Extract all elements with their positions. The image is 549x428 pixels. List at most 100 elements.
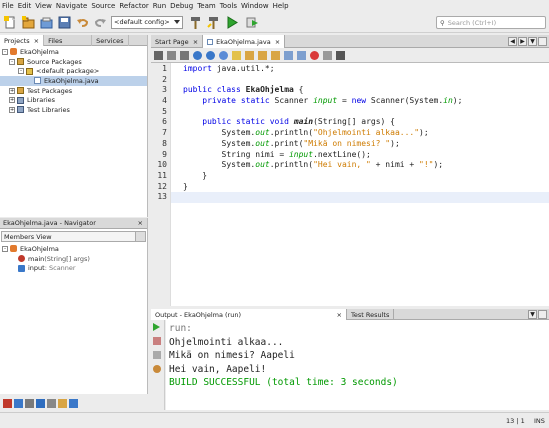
maximize-icon[interactable]	[538, 309, 547, 319]
code-text: );	[433, 160, 444, 170]
code-text: + nimi +	[370, 160, 420, 170]
code-editor[interactable]: import java.util.*; public class EkaOhje…	[171, 63, 549, 306]
expand-icon[interactable]: +	[9, 97, 15, 104]
tab-services[interactable]: Services	[92, 35, 129, 46]
tab-test-results[interactable]: Test Results	[347, 309, 395, 320]
tab-start-page[interactable]: Start Page ×	[151, 35, 204, 48]
sort-icon[interactable]	[69, 398, 78, 408]
menu-file[interactable]: File	[2, 2, 14, 10]
projects-tabs: Projects × Files Services	[0, 35, 147, 46]
shift-right-icon[interactable]	[297, 51, 306, 60]
filter-icon[interactable]	[3, 398, 12, 408]
filter-icon[interactable]	[36, 398, 45, 408]
find-previous-icon[interactable]	[193, 51, 202, 60]
menu-navigate[interactable]: Navigate	[56, 2, 87, 10]
menu-window[interactable]: Window	[241, 2, 269, 10]
tab-list-icon[interactable]: ▼	[528, 36, 537, 46]
search-input[interactable]: ⚲ Search (Ctrl+I)	[436, 16, 546, 29]
close-icon[interactable]: ×	[34, 37, 39, 45]
undo-button[interactable]	[75, 15, 90, 30]
last-edit-icon[interactable]	[167, 51, 176, 60]
expand-icon[interactable]: +	[9, 106, 15, 113]
sort-icon[interactable]	[58, 398, 67, 408]
previous-bookmark-icon[interactable]	[245, 51, 254, 60]
expand-icon[interactable]: +	[9, 87, 15, 94]
scroll-right-icon[interactable]: ▶	[518, 36, 527, 46]
navigator-member-input[interactable]: input : Scanner	[0, 263, 147, 273]
run-button[interactable]	[224, 15, 239, 30]
menu-help[interactable]: Help	[273, 2, 289, 10]
menu-view[interactable]: View	[35, 2, 52, 10]
members-view-select[interactable]: Members View	[1, 231, 146, 242]
rerun-with-params-icon[interactable]	[153, 351, 161, 359]
open-project-button[interactable]	[39, 15, 54, 30]
tab-output[interactable]: Output - EkaOhjelma (run) ×	[151, 309, 347, 320]
toggle-bookmark-icon[interactable]	[271, 51, 280, 60]
tree-item-source-packages[interactable]: - Source Packages	[0, 57, 147, 67]
configuration-select[interactable]: <default config>	[111, 15, 183, 29]
rerun-icon[interactable]	[153, 323, 160, 331]
tab-projects[interactable]: Projects ×	[0, 35, 45, 46]
collapse-icon[interactable]: -	[9, 58, 15, 65]
info-icon[interactable]	[153, 365, 161, 373]
toggle-highlight-icon[interactable]	[232, 51, 241, 60]
tree-item-java-file[interactable]: EkaOhjelma.java	[0, 76, 147, 86]
back-icon[interactable]	[180, 51, 189, 60]
tree-item-test-packages[interactable]: + Test Packages	[0, 86, 147, 96]
close-icon[interactable]: ×	[275, 38, 280, 46]
scroll-left-icon[interactable]: ◀	[508, 36, 517, 46]
stop-icon[interactable]	[153, 337, 161, 345]
menu-tools[interactable]: Tools	[220, 2, 237, 10]
redo-button[interactable]	[93, 15, 108, 30]
tab-list-icon[interactable]: ▼	[528, 309, 537, 319]
source-view-icon[interactable]	[154, 51, 163, 60]
filter-icon[interactable]	[14, 398, 23, 408]
method-name: main	[293, 117, 314, 127]
tree-item-default-package[interactable]: - <default package>	[0, 66, 147, 76]
tree-item-libraries[interactable]: + Libraries	[0, 95, 147, 105]
menu-source[interactable]: Source	[91, 2, 115, 10]
method-icon	[18, 255, 25, 263]
filter-icon[interactable]	[25, 398, 34, 408]
filter-icon[interactable]	[47, 398, 56, 408]
find-selection-icon[interactable]	[219, 51, 228, 60]
editor-toolbar	[151, 49, 549, 63]
menu-team[interactable]: Team	[197, 2, 216, 10]
tree-item-project[interactable]: - EkaOhjelma	[0, 47, 147, 57]
close-icon[interactable]: ×	[193, 38, 198, 46]
debug-button[interactable]	[242, 15, 262, 30]
chart-icon[interactable]	[336, 51, 345, 60]
next-bookmark-icon[interactable]	[258, 51, 267, 60]
search-icon: ⚲	[440, 18, 445, 27]
keyword: static	[240, 96, 270, 106]
new-project-button[interactable]	[21, 15, 36, 30]
output-console[interactable]: run: Ohjelmointi alkaa... Mikä on nimesi…	[166, 320, 549, 410]
clean-build-button[interactable]	[206, 15, 221, 30]
find-next-icon[interactable]	[206, 51, 215, 60]
tab-java-file[interactable]: EkaOhjelma.java ×	[203, 35, 286, 48]
collapse-icon[interactable]: -	[2, 48, 8, 55]
stop-macro-icon[interactable]	[323, 51, 332, 60]
save-all-button[interactable]	[57, 15, 72, 30]
menu-edit[interactable]: Edit	[18, 2, 32, 10]
menu-refactor[interactable]: Refactor	[119, 2, 148, 10]
menu-debug[interactable]: Debug	[170, 2, 193, 10]
tree-item-test-libraries[interactable]: + Test Libraries	[0, 105, 147, 115]
code-line: System.out.print("Mikä on nimesi? ");	[171, 139, 549, 150]
menu-run[interactable]: Run	[153, 2, 166, 10]
new-file-button[interactable]	[3, 15, 18, 30]
collapse-icon[interactable]: -	[2, 245, 8, 252]
tab-files[interactable]: Files	[44, 35, 93, 46]
navigator-member-main[interactable]: main (String[] args)	[0, 254, 147, 264]
libraries-icon	[17, 106, 24, 114]
collapse-icon[interactable]: -	[18, 68, 24, 75]
navigator-class[interactable]: - EkaOhjelma	[0, 244, 147, 254]
build-button[interactable]	[188, 15, 203, 30]
maximize-icon[interactable]	[538, 36, 547, 46]
tree-item-label: EkaOhjelma.java	[44, 76, 99, 85]
record-macro-icon[interactable]	[310, 51, 319, 60]
close-icon[interactable]: ×	[337, 311, 342, 319]
shift-left-icon[interactable]	[284, 51, 293, 60]
close-icon[interactable]: ×	[138, 219, 143, 227]
editor-tab-controls: ◀ ▶ ▼	[508, 35, 549, 47]
